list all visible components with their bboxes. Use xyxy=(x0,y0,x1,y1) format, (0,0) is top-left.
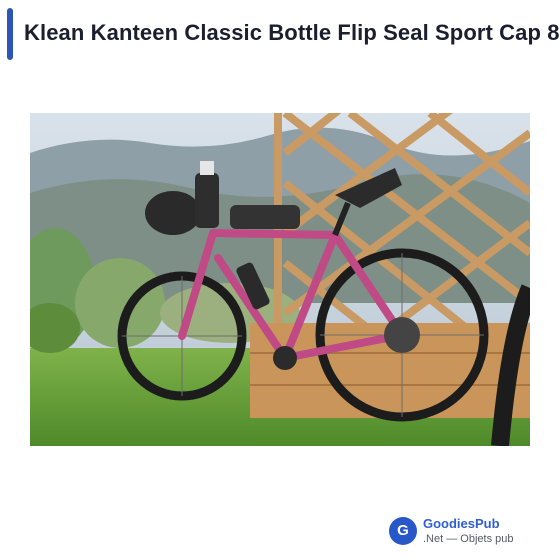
title-accent-bar xyxy=(7,8,13,60)
bicycle-photo[interactable] xyxy=(30,113,530,446)
bicycle-photo-illustration xyxy=(30,113,530,446)
brand-attribution[interactable]: G GoodiesPub .Net — Objets pub xyxy=(389,515,549,547)
brand-logo-icon: G xyxy=(389,517,417,545)
brand-name[interactable]: GoodiesPub xyxy=(423,516,500,531)
page-title: Klean Kanteen Classic Bottle Flip Seal S… xyxy=(24,20,560,45)
brand-tagline: .Net — Objets pub xyxy=(423,533,514,545)
